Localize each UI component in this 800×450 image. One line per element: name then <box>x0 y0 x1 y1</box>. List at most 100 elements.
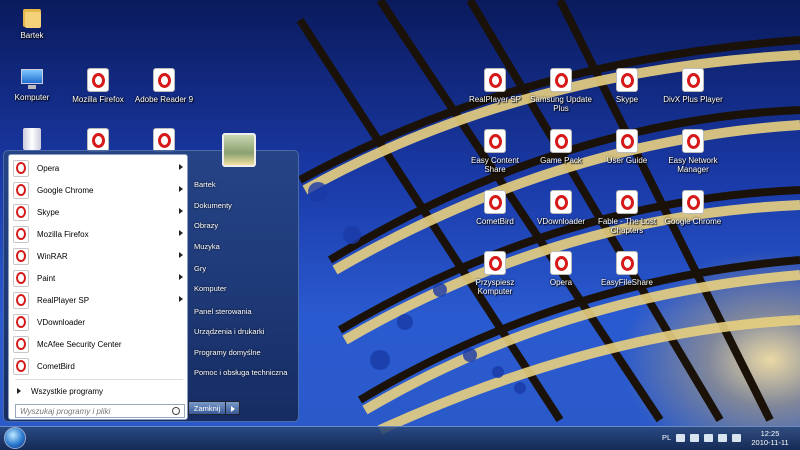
place-urzadzenia[interactable]: Urządzenia i drukarki <box>194 327 264 336</box>
expand-arrow-icon <box>17 388 21 394</box>
program-skype[interactable]: Skype <box>11 201 187 223</box>
opera-icon <box>616 190 638 214</box>
folder-icon <box>21 6 43 28</box>
network-icon[interactable] <box>690 434 699 442</box>
program-winrar[interactable]: WinRAR <box>11 245 187 267</box>
opera-icon <box>153 128 175 152</box>
opera-icon <box>550 190 572 214</box>
opera-icon <box>13 247 29 265</box>
program-paint[interactable]: Paint <box>11 267 187 289</box>
place-panel-sterowania[interactable]: Panel sterowania <box>194 307 252 316</box>
opera-icon <box>13 159 29 177</box>
program-realplayer[interactable]: RealPlayer SP <box>11 289 187 311</box>
language-indicator[interactable]: PL <box>662 433 671 442</box>
desktop-icon-divx[interactable]: DivX Plus Player <box>661 68 725 104</box>
desktop-icon-fable[interactable]: Fable - The Lost Chapters <box>595 190 659 235</box>
place-dokumenty[interactable]: Dokumenty <box>194 201 232 210</box>
submenu-arrow-icon <box>179 296 183 302</box>
recycle-bin-icon <box>23 128 41 150</box>
desktop-icon-vdownloader[interactable]: VDownloader <box>529 190 593 226</box>
opera-icon <box>13 225 29 243</box>
place-pomoc[interactable]: Pomoc i obsługa techniczna <box>194 368 287 377</box>
submenu-arrow-icon <box>179 186 183 192</box>
divider <box>15 379 183 380</box>
opera-icon <box>616 129 638 153</box>
opera-icon <box>13 291 29 309</box>
place-programy-domyslne[interactable]: Programy domyślne <box>194 348 261 357</box>
opera-icon <box>616 251 638 275</box>
volume-icon[interactable] <box>704 434 713 442</box>
opera-icon <box>550 68 572 92</box>
opera-icon <box>484 251 506 275</box>
desktop-icon-google-chrome[interactable]: Google Chrome <box>661 190 725 226</box>
all-programs-button[interactable]: Wszystkie programy <box>15 383 183 399</box>
desktop-icon-easyfileshare[interactable]: EasyFileShare <box>595 251 659 287</box>
opera-icon <box>550 129 572 153</box>
opera-icon <box>13 335 29 353</box>
opera-icon <box>682 190 704 214</box>
desktop-icon-user-guide[interactable]: User Guide <box>595 129 659 165</box>
opera-icon <box>484 68 506 92</box>
desktop-icon-game-pack[interactable]: Game Pack <box>529 129 593 165</box>
start-menu: Opera Google Chrome Skype Mozilla Firefo… <box>3 150 299 422</box>
search-input[interactable]: Wyszukaj programy i pliki <box>15 404 185 418</box>
desktop-icon-przyspiesz[interactable]: Przyspiesz Komputer <box>463 251 527 296</box>
program-mcafee[interactable]: McAfee Security Center <box>11 333 187 355</box>
desktop-icon-komputer[interactable]: Komputer <box>0 68 64 102</box>
place-komputer[interactable]: Komputer <box>194 284 227 293</box>
battery-icon[interactable] <box>718 434 727 442</box>
program-cometbird[interactable]: CometBird <box>11 355 187 377</box>
desktop-icon-cometbird[interactable]: CometBird <box>463 190 527 226</box>
opera-icon <box>484 129 506 153</box>
program-vdownloader[interactable]: VDownloader <box>11 311 187 333</box>
submenu-arrow-icon <box>179 230 183 236</box>
desktop-icon-opera[interactable]: Opera <box>529 251 593 287</box>
opera-icon <box>484 190 506 214</box>
desktop-icon-adobe-reader[interactable]: Adobe Reader 9 <box>132 68 196 104</box>
desktop-icon-bartek[interactable]: Bartek <box>0 6 64 40</box>
start-button[interactable] <box>4 427 26 449</box>
opera-icon <box>13 181 29 199</box>
opera-icon <box>13 313 29 331</box>
opera-icon <box>13 269 29 287</box>
clock-date: 2010-11-11 <box>751 438 789 447</box>
start-menu-places-pane: Bartek Dokumenty Obrazy Muzyka Gry Kompu… <box>190 151 298 423</box>
place-bartek[interactable]: Bartek <box>194 180 216 189</box>
start-menu-programs-pane: Opera Google Chrome Skype Mozilla Firefo… <box>8 154 188 420</box>
desktop-icon-easy-network[interactable]: Easy Network Manager <box>661 129 725 174</box>
place-gry[interactable]: Gry <box>194 264 206 273</box>
desktop-icon-mozilla-firefox[interactable]: Mozilla Firefox <box>66 68 130 104</box>
chevron-right-icon <box>231 406 235 412</box>
shutdown-button[interactable]: Zamknij <box>188 401 226 415</box>
place-obrazy[interactable]: Obrazy <box>194 221 218 230</box>
user-avatar[interactable] <box>222 133 256 167</box>
submenu-arrow-icon <box>179 164 183 170</box>
desktop-icon-realplayer[interactable]: RealPlayer SP <box>463 68 527 104</box>
opera-icon <box>153 68 175 92</box>
opera-icon <box>13 357 29 375</box>
opera-icon <box>682 129 704 153</box>
opera-icon <box>87 128 109 152</box>
shutdown-options-button[interactable] <box>226 401 240 415</box>
program-mozilla-firefox[interactable]: Mozilla Firefox <box>11 223 187 245</box>
desktop-icon-samsung-update[interactable]: Samsung Update Plus <box>529 68 593 113</box>
clock[interactable]: 12:25 2010-11-11 <box>748 429 792 447</box>
keyboard-icon[interactable] <box>676 434 685 442</box>
clock-time: 12:25 <box>760 429 780 438</box>
action-center-icon[interactable] <box>732 434 741 442</box>
desktop-icon-skype[interactable]: Skype <box>595 68 659 104</box>
opera-icon <box>616 68 638 92</box>
submenu-arrow-icon <box>179 274 183 280</box>
computer-icon <box>20 68 44 90</box>
place-muzyka[interactable]: Muzyka <box>194 242 220 251</box>
opera-icon <box>550 251 572 275</box>
program-google-chrome[interactable]: Google Chrome <box>11 179 187 201</box>
submenu-arrow-icon <box>179 208 183 214</box>
program-opera[interactable]: Opera <box>11 157 187 179</box>
shutdown-control: Zamknij <box>188 401 240 415</box>
desktop-icon-easy-content-share[interactable]: Easy Content Share <box>463 129 527 174</box>
opera-icon <box>682 68 704 92</box>
opera-icon <box>13 203 29 221</box>
submenu-arrow-icon <box>179 252 183 258</box>
opera-icon <box>87 68 109 92</box>
